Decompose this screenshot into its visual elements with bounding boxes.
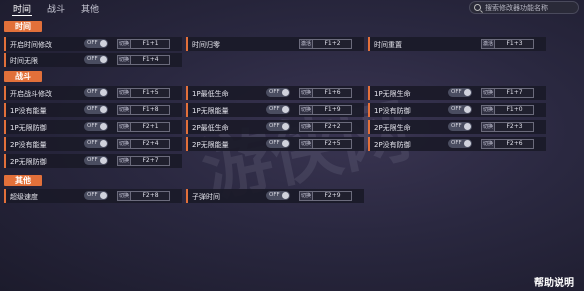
row-label: 2P无限防御 — [10, 158, 47, 166]
toggle-switch[interactable]: OFF — [448, 88, 472, 97]
row-battle-c2-2: 2P最低生命 OFF 切换 F2+2 — [186, 120, 364, 134]
hotkey-box[interactable]: 切换 F1+7 — [481, 88, 534, 98]
tab-battle[interactable]: 战斗 — [47, 2, 65, 15]
active-tab-indicator — [12, 15, 32, 16]
toggle-switch[interactable]: OFF — [84, 139, 108, 148]
toggle-switch[interactable]: OFF — [84, 55, 108, 64]
toggle-switch[interactable]: OFF — [84, 191, 108, 200]
toggle-switch[interactable]: OFF — [448, 139, 472, 148]
row-label: 1P无限防御 — [10, 124, 47, 132]
row-label: 1P无限能量 — [192, 107, 229, 115]
hotkey-box[interactable]: 切换 F2+2 — [299, 122, 352, 132]
row-label: 1P没有防御 — [374, 107, 411, 115]
toggle-switch[interactable]: OFF — [266, 88, 290, 97]
row-time-enable: 开启时间修改 OFF 切换 F1+1 — [4, 37, 182, 51]
hotkey-box[interactable]: 激活 F1+3 — [481, 39, 534, 49]
row-label: 2P没有防御 — [374, 141, 411, 149]
hotkey-box[interactable]: 切换 F1+9 — [299, 105, 352, 115]
hotkey-box[interactable]: 切换 F1+6 — [299, 88, 352, 98]
row-label: 超级速度 — [10, 193, 38, 201]
row-battle-c3-0: 1P无限生命 OFF 切换 F1+7 — [368, 86, 546, 100]
row-battle-c1-1: 1P没有能量 OFF 切换 F1+8 — [4, 103, 182, 117]
toggle-switch[interactable]: OFF — [84, 39, 108, 48]
row-label: 开启时间修改 — [10, 41, 52, 49]
hotkey-box[interactable]: 切换 F2+4 — [117, 139, 170, 149]
row-battle-c3-3: 2P没有防御 OFF 切换 F2+6 — [368, 137, 546, 151]
toggle-switch[interactable]: OFF — [84, 122, 108, 131]
toggle-switch[interactable]: OFF — [266, 139, 290, 148]
row-label: 2P无限生命 — [374, 124, 411, 132]
section-title-time: 时间 — [4, 21, 42, 32]
row-battle-c1-4: 2P无限防御 OFF 切换 F2+7 — [4, 154, 182, 168]
row-time-reset: 时间重置 激活 F1+3 — [368, 37, 546, 51]
row-label: 子弹时间 — [192, 193, 220, 201]
row-label: 时间无限 — [10, 57, 38, 65]
hotkey-box[interactable]: 切换 F2+5 — [299, 139, 352, 149]
hotkey-box[interactable]: 切换 F2+8 — [117, 191, 170, 201]
hotkey-box[interactable]: 激活 F1+2 — [299, 39, 352, 49]
search-icon — [474, 4, 481, 11]
toggle-switch[interactable]: OFF — [84, 105, 108, 114]
hotkey-box[interactable]: 切换 F2+3 — [481, 122, 534, 132]
row-battle-c1-2: 1P无限防御 OFF 切换 F2+1 — [4, 120, 182, 134]
row-battle-c3-1: 1P没有防御 OFF 切换 F1+0 — [368, 103, 546, 117]
hotkey-box[interactable]: 切换 F2+7 — [117, 156, 170, 166]
tab-time[interactable]: 时间 — [13, 2, 31, 15]
row-label: 2P最低生命 — [192, 124, 229, 132]
row-label: 开启战斗修改 — [10, 90, 52, 98]
toggle-switch[interactable]: OFF — [84, 88, 108, 97]
row-other-bullet-time: 子弹时间 OFF 切换 F2+9 — [186, 189, 364, 203]
row-battle-c2-0: 1P最低生命 OFF 切换 F1+6 — [186, 86, 364, 100]
hotkey-box[interactable]: 切换 F1+1 — [117, 39, 170, 49]
toggle-switch[interactable]: OFF — [266, 105, 290, 114]
row-other-speed: 超级速度 OFF 切换 F2+8 — [4, 189, 182, 203]
row-battle-c1-0: 开启战斗修改 OFF 切换 F1+5 — [4, 86, 182, 100]
row-time-zero: 时间归零 激活 F1+2 — [186, 37, 364, 51]
help-button[interactable]: 帮助说明 — [534, 274, 574, 289]
section-title-battle: 战斗 — [4, 71, 42, 82]
search-box[interactable] — [469, 1, 579, 14]
section-title-other: 其他 — [4, 175, 42, 186]
toggle-switch[interactable]: OFF — [84, 156, 108, 165]
toggle-switch[interactable]: OFF — [448, 105, 472, 114]
hotkey-box[interactable]: 切换 F1+0 — [481, 105, 534, 115]
tab-other[interactable]: 其他 — [81, 2, 99, 15]
toggle-switch[interactable]: OFF — [448, 122, 472, 131]
hotkey-box[interactable]: 切换 F1+5 — [117, 88, 170, 98]
toggle-switch[interactable]: OFF — [266, 191, 290, 200]
row-time-infinite: 时间无限 OFF 切换 F1+4 — [4, 53, 182, 67]
row-label: 1P没有能量 — [10, 107, 47, 115]
toggle-switch[interactable]: OFF — [266, 122, 290, 131]
hotkey-box[interactable]: 切换 F2+6 — [481, 139, 534, 149]
hotkey-box[interactable]: 切换 F1+4 — [117, 55, 170, 65]
row-battle-c2-3: 2P无限能量 OFF 切换 F2+5 — [186, 137, 364, 151]
row-label: 1P无限生命 — [374, 90, 411, 98]
row-label: 时间重置 — [374, 41, 402, 49]
hotkey-box[interactable]: 切换 F2+9 — [299, 191, 352, 201]
row-battle-c3-2: 2P无限生命 OFF 切换 F2+3 — [368, 120, 546, 134]
top-bar: 时间 战斗 其他 — [0, 0, 584, 16]
hotkey-box[interactable]: 切换 F2+1 — [117, 122, 170, 132]
row-battle-c1-3: 2P没有能量 OFF 切换 F2+4 — [4, 137, 182, 151]
row-label: 时间归零 — [192, 41, 220, 49]
row-label: 2P无限能量 — [192, 141, 229, 149]
row-label: 1P最低生命 — [192, 90, 229, 98]
search-input[interactable] — [485, 3, 577, 13]
row-battle-c2-1: 1P无限能量 OFF 切换 F1+9 — [186, 103, 364, 117]
hotkey-box[interactable]: 切换 F1+8 — [117, 105, 170, 115]
row-label: 2P没有能量 — [10, 141, 47, 149]
